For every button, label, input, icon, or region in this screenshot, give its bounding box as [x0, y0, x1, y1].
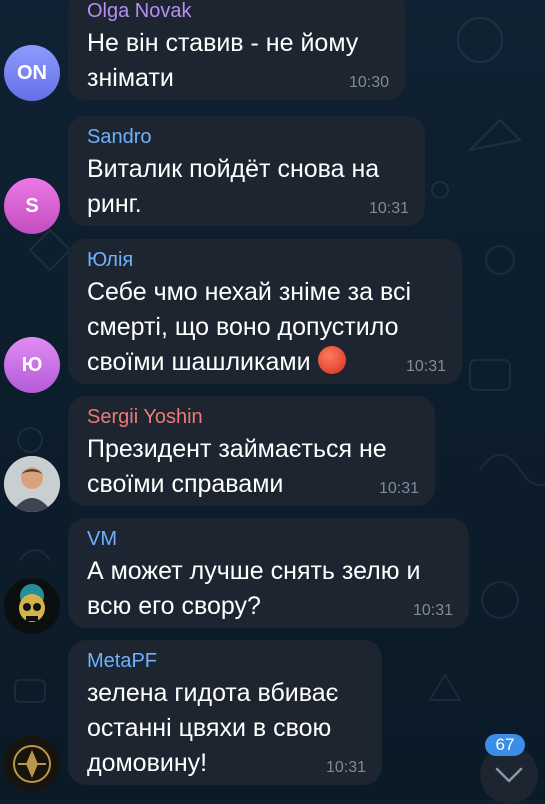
message-bubble[interactable]: VM А может лучше снять зелю и всю его св… — [68, 518, 469, 628]
message-text: зелена гидота вбиває останні цвяхи в сво… — [87, 679, 339, 777]
avatar-emblem[interactable] — [4, 736, 60, 792]
message-time: 10:30 — [348, 74, 389, 91]
message-text: Виталик пойдёт снова на ринг. — [87, 155, 380, 218]
message-time: 10:31 — [368, 200, 409, 217]
skull-avatar — [4, 578, 60, 634]
angry-face-emoji — [317, 346, 346, 374]
message-text: А может лучше снять зелю и всю его свору… — [87, 557, 421, 620]
avatar[interactable]: Ю — [4, 337, 60, 393]
message-text: Себе чмо нехай зніме за всі смерті, що в… — [87, 278, 412, 376]
message-bubble[interactable]: Sandro Виталик пойдёт снова на ринг. 10:… — [68, 116, 425, 226]
man-portrait-avatar — [4, 456, 60, 512]
sender-name[interactable]: Юлія — [87, 247, 446, 273]
message-time: 10:31 — [378, 480, 419, 497]
unread-count-badge[interactable]: 67 — [485, 734, 525, 756]
avatar[interactable]: ON — [4, 45, 60, 101]
message-bubble[interactable]: Sergii Yoshin Президент займається не св… — [68, 396, 435, 506]
sender-name[interactable]: VM — [87, 526, 453, 552]
sender-name[interactable]: Sandro — [87, 124, 409, 150]
message-text: Не він ставив - не йому знімати — [87, 29, 359, 92]
message-time: 10:31 — [325, 759, 366, 776]
message-bubble[interactable]: Юлія Себе чмо нехай зніме за всі смерті,… — [68, 239, 462, 384]
sender-name[interactable]: MetaPF — [87, 648, 366, 674]
message-bubble[interactable]: MetaPF зелена гидота вбиває останні цвях… — [68, 640, 382, 785]
sender-name[interactable]: Olga Novak — [87, 0, 389, 24]
message-bubble[interactable]: Olga Novak Не він ставив - не йому зніма… — [68, 0, 405, 100]
message-time: 10:31 — [412, 602, 453, 619]
message-text: Президент займається не своїми справами — [87, 435, 387, 498]
chevron-down-icon — [495, 767, 523, 783]
avatar-skull[interactable] — [4, 578, 60, 634]
avatar[interactable]: S — [4, 178, 60, 234]
avatar-man-portrait[interactable] — [4, 456, 60, 512]
emblem-avatar — [4, 736, 60, 792]
sender-name[interactable]: Sergii Yoshin — [87, 404, 419, 430]
message-time: 10:31 — [405, 358, 446, 375]
